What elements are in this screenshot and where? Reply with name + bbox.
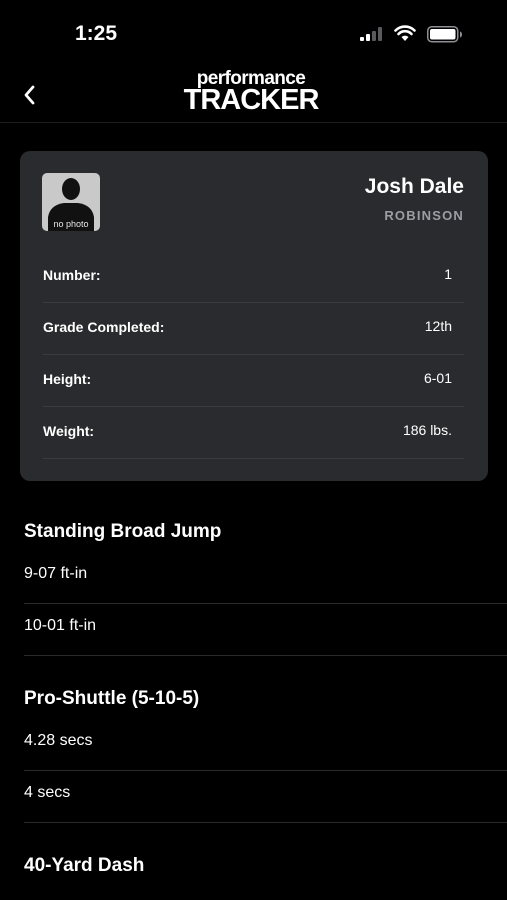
navigation-bar: performance TRACKER — [0, 64, 507, 123]
event-title-standing-broad-jump: Standing Broad Jump — [24, 521, 222, 542]
info-row-number: Number: 1 — [43, 250, 464, 303]
info-label: Height: — [43, 371, 92, 387]
avatar: no photo — [42, 173, 100, 231]
event-title-40-yard-dash: 40-Yard Dash — [24, 855, 145, 876]
back-button[interactable] — [14, 80, 44, 110]
result-row[interactable]: 4 secs — [24, 770, 507, 823]
info-value: 1 — [444, 266, 452, 282]
info-value: 6-01 — [423, 370, 452, 386]
cellular-signal-icon — [360, 27, 386, 46]
result-value: 9-07 ft-in — [24, 565, 88, 582]
info-row-grade: Grade Completed: 12th — [43, 302, 464, 355]
chevron-left-icon — [24, 85, 35, 105]
info-row-height: Height: 6-01 — [43, 354, 464, 407]
info-value: 186 lbs. — [402, 422, 452, 438]
result-value: 4 secs — [24, 784, 71, 801]
result-value: 10-01 ft-in — [24, 617, 97, 634]
app-logo: performance TRACKER — [181, 69, 321, 115]
result-row[interactable]: 9-07 ft-in — [24, 551, 507, 604]
status-bar: 1:25 — [0, 0, 507, 64]
logo-text-bottom: TRACKER — [183, 84, 320, 116]
info-row-weight: Weight: 186 lbs. — [43, 406, 464, 459]
info-label: Grade Completed: — [43, 319, 165, 335]
result-value: 4.28 secs — [24, 732, 93, 749]
status-time: 1:25 — [75, 22, 118, 45]
player-profile-card: no photo Josh Dale ROBINSON Number: 1 Gr… — [20, 151, 488, 481]
info-value: 12th — [424, 318, 452, 334]
player-school: ROBINSON — [384, 208, 464, 223]
avatar-caption: no photo — [53, 219, 89, 229]
result-row[interactable]: 4.28 secs — [24, 718, 507, 771]
info-label: Weight: — [43, 423, 95, 439]
result-row[interactable]: 10-01 ft-in — [24, 603, 507, 656]
info-label: Number: — [43, 267, 101, 283]
wifi-icon — [394, 24, 416, 47]
event-title-pro-shuttle: Pro-Shuttle (5-10-5) — [24, 688, 200, 709]
player-name: Josh Dale — [364, 175, 464, 198]
battery-icon — [427, 26, 463, 48]
